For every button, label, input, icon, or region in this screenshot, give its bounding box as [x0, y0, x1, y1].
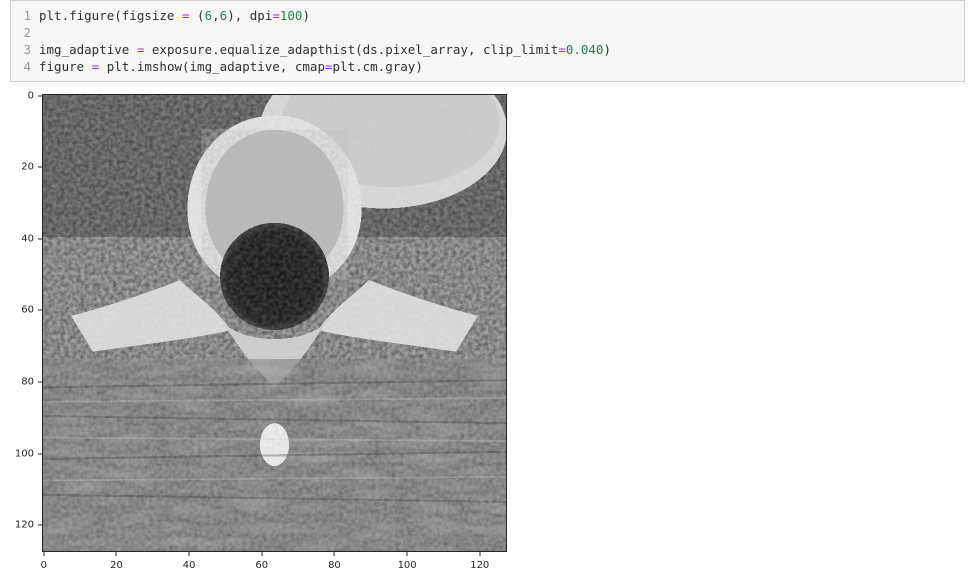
- x-tick-mark: [479, 552, 480, 556]
- output-area: 0 20 40 60 80 100 120 0 20 40 60 80 100 120: [10, 92, 965, 582]
- y-tick-label: 0: [28, 90, 34, 101]
- x-tick-mark: [261, 552, 262, 556]
- x-tick-mark: [43, 552, 44, 556]
- x-tick-mark: [334, 552, 335, 556]
- x-axis: 0 20 40 60 80 100 120: [42, 552, 507, 570]
- code-editor[interactable]: plt.figure(figsize = (6,6), dpi=100) img…: [39, 7, 956, 75]
- y-tick-label: 100: [15, 448, 34, 459]
- line-number: 4: [11, 58, 31, 75]
- y-tick-mark: [38, 310, 42, 311]
- y-tick-mark: [38, 167, 42, 168]
- line-number: 1: [11, 7, 31, 24]
- x-tick-label: 120: [470, 560, 489, 571]
- plot-image: [42, 94, 507, 552]
- x-tick-label: 20: [110, 560, 123, 571]
- x-tick-mark: [189, 552, 190, 556]
- x-tick-label: 60: [255, 560, 268, 571]
- code-line-1: plt.figure(figsize = (6,6), dpi=100): [39, 8, 310, 23]
- code-cell: 1 2 3 4 plt.figure(figsize = (6,6), dpi=…: [10, 0, 965, 82]
- y-tick-mark: [38, 525, 42, 526]
- y-tick-mark: [38, 95, 42, 96]
- x-tick-mark: [407, 552, 408, 556]
- y-tick-mark: [38, 382, 42, 383]
- y-axis: 0 20 40 60 80 100 120: [10, 92, 42, 552]
- matplotlib-figure: 0 20 40 60 80 100 120 0 20 40 60 80 100 120: [10, 92, 508, 582]
- x-tick-mark: [116, 552, 117, 556]
- y-tick-label: 60: [21, 305, 34, 316]
- x-tick-label: 40: [183, 560, 196, 571]
- x-tick-label: 100: [398, 560, 417, 571]
- line-number-gutter: 1 2 3 4: [11, 7, 39, 75]
- y-tick-label: 80: [21, 377, 34, 388]
- code-line-3: img_adaptive = exposure.equalize_adapthi…: [39, 42, 611, 57]
- line-number: 2: [11, 24, 31, 41]
- code-line-4: figure = plt.imshow(img_adaptive, cmap=p…: [39, 59, 423, 74]
- x-tick-label: 80: [328, 560, 341, 571]
- y-tick-mark: [38, 238, 42, 239]
- x-tick-label: 0: [41, 560, 47, 571]
- y-tick-label: 20: [21, 162, 34, 173]
- y-tick-label: 40: [21, 233, 34, 244]
- y-tick-label: 120: [15, 520, 34, 531]
- line-number: 3: [11, 41, 31, 58]
- y-tick-mark: [38, 453, 42, 454]
